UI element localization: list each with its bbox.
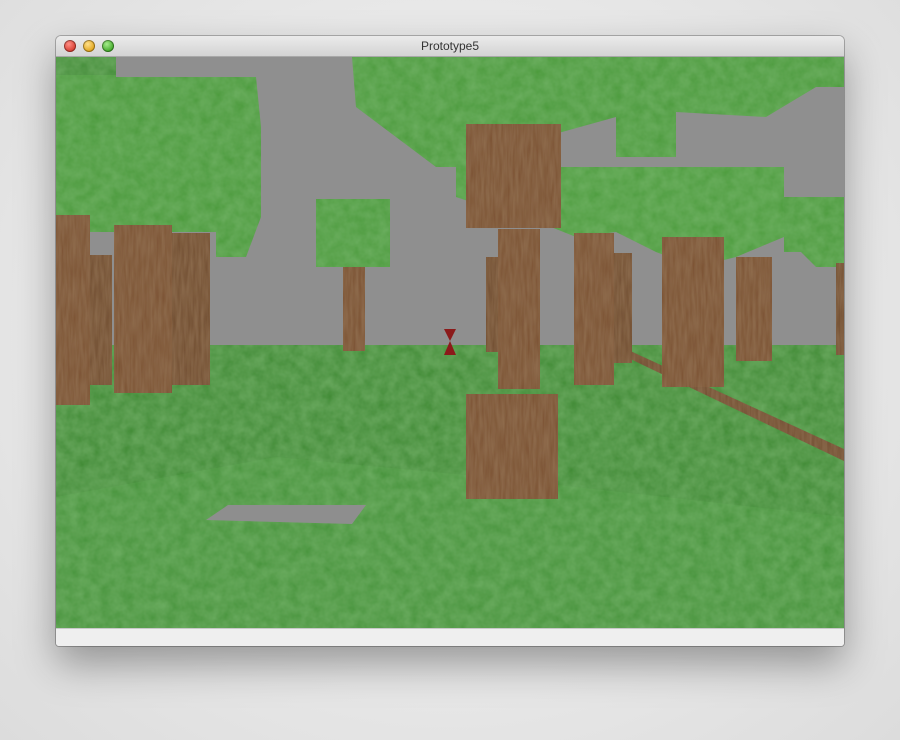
app-window[interactable]: Prototype5 bbox=[56, 36, 844, 646]
window-bottom-bar bbox=[56, 628, 844, 646]
tree-trunks-left bbox=[56, 215, 210, 405]
title-bar[interactable]: Prototype5 bbox=[56, 36, 844, 57]
window-title: Prototype5 bbox=[420, 39, 480, 53]
game-viewport[interactable] bbox=[56, 57, 844, 628]
game-scene[interactable] bbox=[56, 57, 844, 628]
ground bbox=[56, 345, 844, 628]
desktop-background: Prototype5 bbox=[0, 0, 900, 740]
